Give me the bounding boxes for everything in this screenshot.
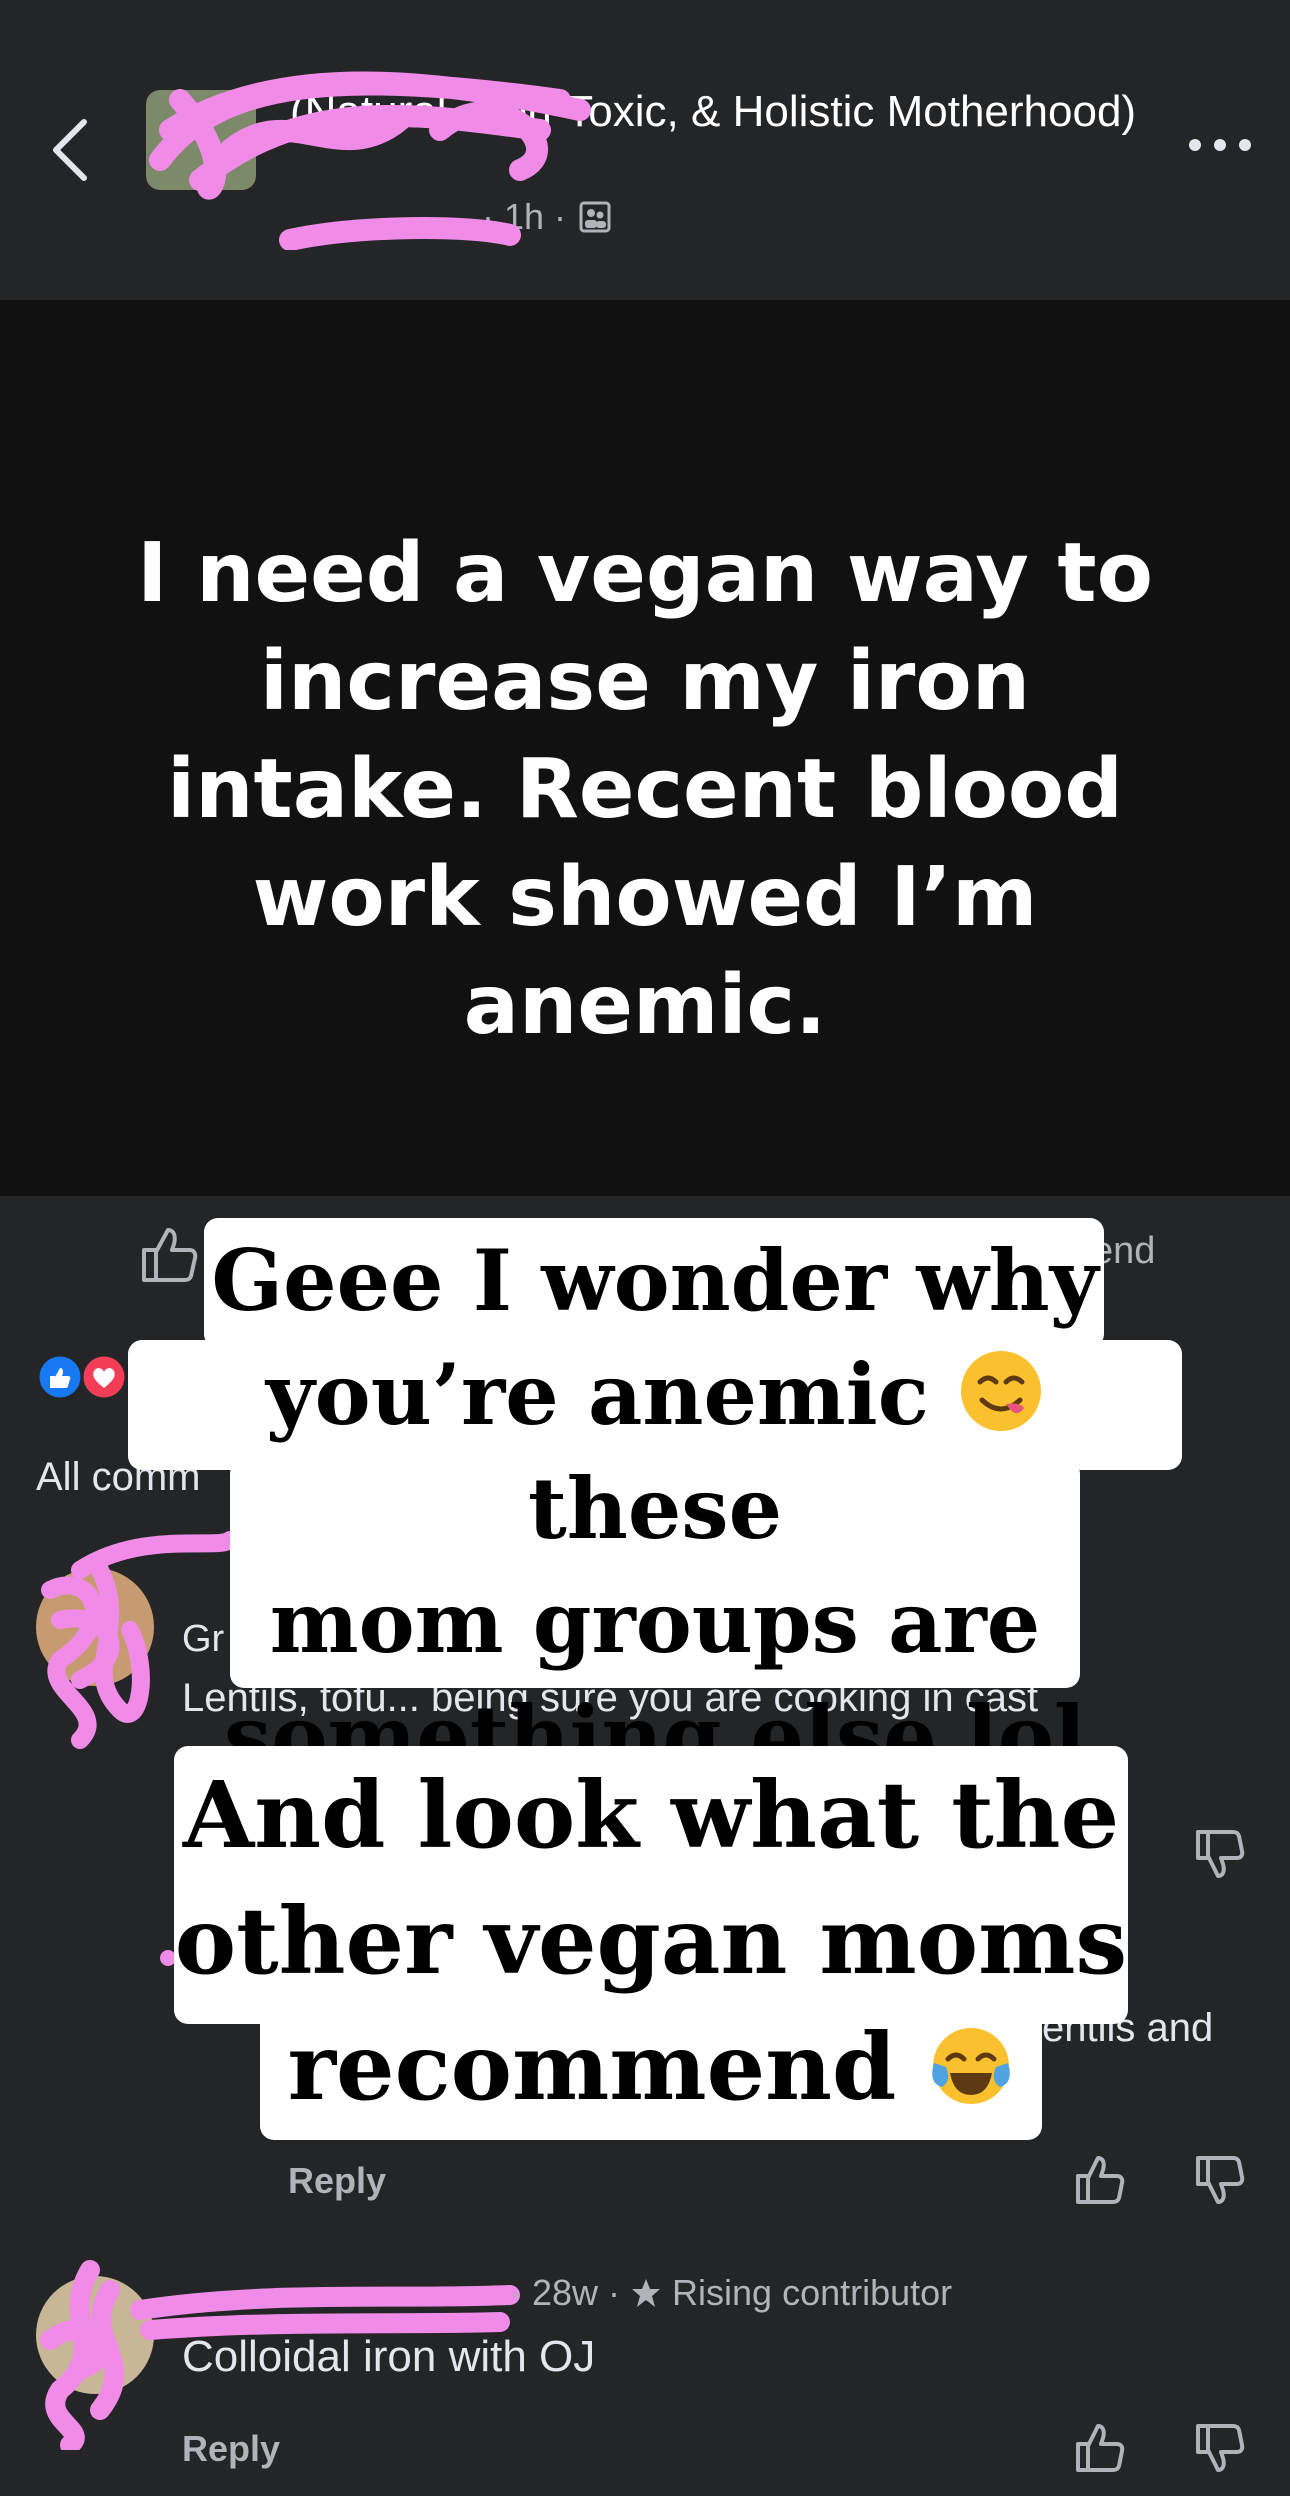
tears-of-joy-emoji bbox=[932, 2028, 1011, 2104]
caption-text: these bbox=[527, 1459, 783, 1558]
caption-line: other vegan moms bbox=[174, 1887, 1128, 1995]
caption-line: you’re anemic these bbox=[128, 1338, 1182, 1566]
overlay-caption-1: Geee I wonder why you’re anemic these mo… bbox=[128, 1224, 1182, 1794]
caption-text: recommend bbox=[287, 2013, 897, 2121]
comment-time: · 28w · bbox=[510, 2272, 621, 2313]
yum-face-emoji bbox=[961, 1351, 1042, 1431]
reply-button[interactable]: Reply bbox=[182, 2428, 280, 2470]
thumbs-down-icon[interactable] bbox=[1192, 1826, 1248, 1882]
caption-line: recommend bbox=[174, 2004, 1128, 2130]
post-text: I need a vegan way to increase my iron i… bbox=[137, 526, 1153, 1053]
comment-text: Colloidal iron with OJ bbox=[182, 2332, 596, 2381]
thumbs-up-icon[interactable] bbox=[1072, 2420, 1128, 2476]
caption-line: Geee I wonder why bbox=[211, 1231, 1099, 1330]
redaction-scribble bbox=[149, 71, 591, 250]
caption-text: you’re anemic bbox=[265, 1345, 929, 1444]
caption-line: And look what the bbox=[182, 1761, 1120, 1869]
overlay-caption-2: And look what the other vegan moms recom… bbox=[174, 1752, 1128, 2130]
caption-line: mom groups are bbox=[269, 1573, 1041, 1672]
reply-button[interactable]: Reply bbox=[288, 2160, 386, 2202]
comment-meta: · 28w · Rising contributor bbox=[510, 2272, 952, 2314]
star-icon bbox=[632, 2279, 661, 2307]
thumbs-down-icon[interactable] bbox=[1192, 2152, 1248, 2208]
chevron-left-icon[interactable] bbox=[40, 110, 100, 190]
contributor-badge: Rising contributor bbox=[672, 2272, 953, 2313]
thumbs-down-icon[interactable] bbox=[1192, 2420, 1248, 2476]
thumbs-up-icon[interactable] bbox=[1072, 2152, 1128, 2208]
more-icon[interactable] bbox=[1185, 130, 1255, 160]
